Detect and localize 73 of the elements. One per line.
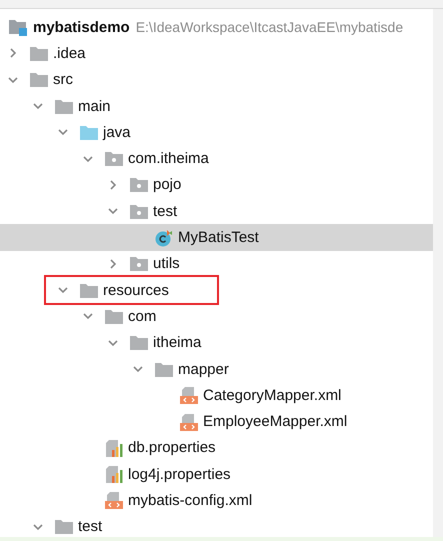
tree-item-label: test (78, 518, 102, 536)
tree-item[interactable]: EmployeeMapper.xml (0, 408, 433, 435)
tree-item-label: test (153, 202, 178, 220)
project-path: E:\IdeaWorkspace\ItcastJavaEE\mybatisde (136, 19, 404, 36)
tree-item-label: com (128, 308, 156, 325)
package-icon (130, 256, 148, 272)
xml-file-icon (105, 491, 123, 510)
folder-icon (80, 282, 98, 298)
tree-item[interactable]: pojo (0, 172, 433, 198)
tree-item[interactable]: itheima (0, 330, 433, 356)
folder-icon (30, 72, 48, 88)
tree-item[interactable]: main (0, 92, 433, 120)
chevron-right-icon[interactable] (108, 258, 118, 269)
folder-icon (105, 308, 123, 324)
tree-item-label: log4j.properties (128, 466, 231, 483)
chevron-down-icon[interactable] (83, 154, 93, 164)
tree-item[interactable]: .idea (0, 40, 433, 67)
tree-item-label: itheima (153, 334, 202, 352)
xml-file-icon (180, 386, 198, 404)
tree-item[interactable]: CategoryMapper.xml (0, 382, 433, 408)
tree-item[interactable]: db.properties (0, 434, 433, 462)
xml-file-icon (180, 412, 198, 431)
chevron-right-icon[interactable] (108, 180, 118, 190)
tree-item-label: MyBatisTest (178, 229, 259, 246)
folder-icon (155, 362, 173, 376)
tree-item-label: com.itheima (128, 150, 209, 168)
folder-icon (55, 98, 73, 114)
tree-item[interactable]: com.itheima (0, 145, 433, 172)
tree-item[interactable]: src (0, 66, 433, 93)
tree-item-label: pojo (153, 176, 182, 194)
tree-item-label: db.properties (128, 439, 216, 456)
tree-item-label: mybatis-config.xml (128, 492, 252, 509)
module-icon (8, 18, 28, 36)
tree-item-label: CategoryMapper.xml (203, 386, 342, 404)
chevron-down-icon[interactable] (58, 127, 68, 138)
class-icon (155, 228, 173, 247)
tree-item-label: main (78, 98, 111, 115)
tree-item[interactable]: utils (0, 250, 433, 277)
chevron-down-icon[interactable] (8, 74, 18, 85)
project-name: mybatisdemo (33, 18, 130, 36)
folder-icon (55, 519, 73, 534)
chevron-down-icon[interactable] (108, 338, 118, 348)
chevron-down-icon[interactable] (58, 285, 68, 296)
properties-file-icon (105, 438, 123, 457)
folder-icon (80, 124, 98, 140)
chevron-right-icon[interactable] (8, 48, 18, 58)
folder-icon (30, 46, 48, 61)
tree-item[interactable]: mapper (0, 356, 433, 382)
chevron-down-icon[interactable] (83, 311, 93, 322)
tree-item-label: src (53, 71, 73, 88)
tree-item[interactable]: test (0, 514, 433, 540)
chevron-down-icon[interactable] (133, 364, 143, 374)
chevron-down-icon[interactable] (33, 522, 43, 532)
tree-item[interactable]: com (0, 303, 433, 330)
folder-icon (130, 335, 148, 350)
tree-item[interactable]: resources (0, 276, 433, 304)
tree-item[interactable]: mybatis-config.xml (0, 487, 433, 514)
tree-item[interactable]: java (0, 119, 433, 146)
tree-item-label: java (103, 124, 131, 141)
chevron-down-icon[interactable] (108, 206, 118, 216)
package-icon (130, 204, 148, 219)
properties-file-icon (105, 465, 123, 484)
tree-item-label: EmployeeMapper.xml (203, 413, 348, 430)
tree-item[interactable]: log4j.properties (0, 461, 433, 488)
tree-item-label: utils (153, 255, 180, 272)
tree-item-label: .idea (53, 44, 86, 62)
tree-item[interactable]: test (0, 198, 433, 224)
tree-item-label: resources (103, 282, 169, 299)
package-icon (130, 177, 148, 192)
chevron-down-icon[interactable] (33, 101, 43, 112)
tree-item[interactable]: MyBatisTest (0, 224, 433, 251)
package-icon (105, 151, 123, 166)
tree-item-label: mapper (178, 360, 229, 378)
